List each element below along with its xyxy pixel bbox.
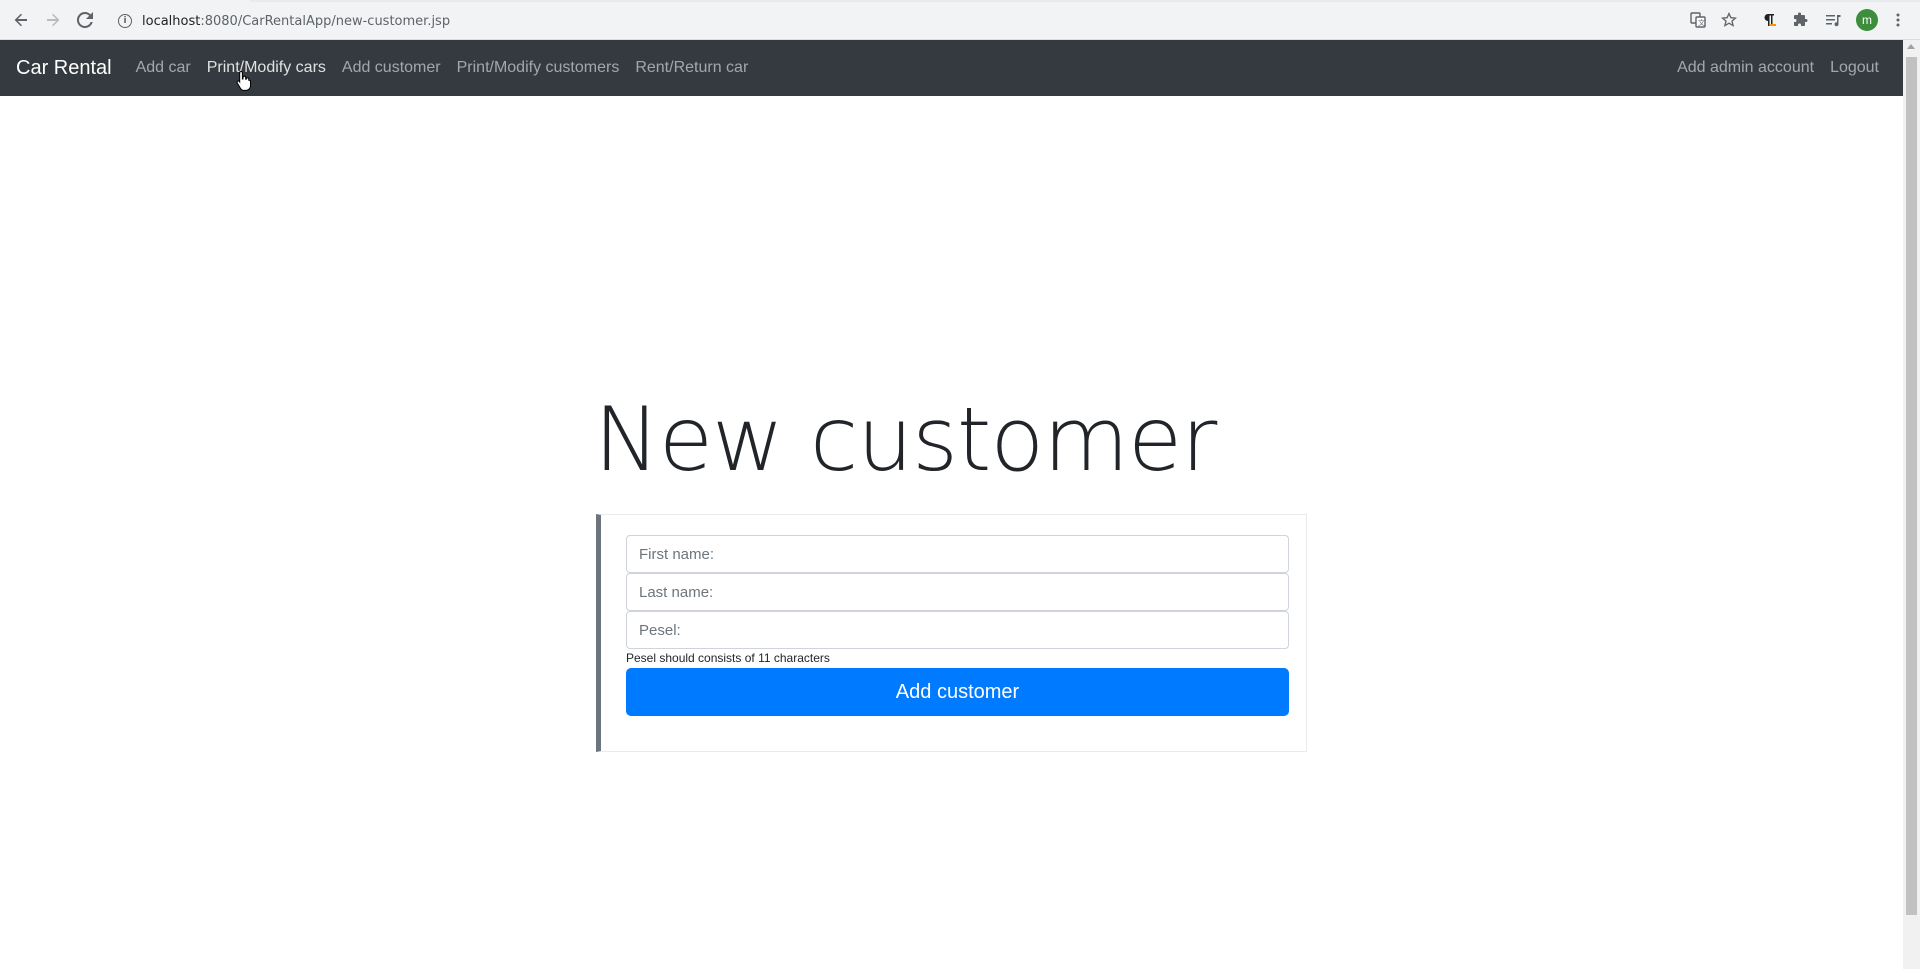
back-arrow-icon[interactable] xyxy=(11,10,31,30)
hand-cursor-icon xyxy=(236,70,251,91)
url-path: :8080/CarRentalApp/new-customer.jsp xyxy=(200,13,451,29)
page-title: New customer xyxy=(594,388,1217,491)
nav-add-car[interactable]: Add car xyxy=(136,59,191,77)
pilcrow-icon[interactable] xyxy=(1759,10,1779,30)
pesel-field[interactable] xyxy=(626,611,1289,649)
url-text[interactable]: localhost:8080/CarRentalApp/new-customer… xyxy=(142,14,450,29)
top-navbar: Car Rental Add car Print/Modify cars Add… xyxy=(0,40,1903,96)
info-icon[interactable]: i xyxy=(118,14,132,28)
media-queue-icon[interactable] xyxy=(1823,10,1843,30)
profile-avatar[interactable]: m xyxy=(1856,9,1878,31)
nav-add-customer[interactable]: Add customer xyxy=(342,59,441,77)
reload-icon[interactable] xyxy=(75,10,95,30)
translate-icon[interactable]: 文 xyxy=(1688,10,1708,30)
add-customer-button[interactable]: Add customer xyxy=(626,668,1289,716)
new-customer-form: Pesel should consists of 11 characters A… xyxy=(596,514,1307,752)
first-name-field[interactable] xyxy=(626,535,1289,573)
forward-arrow-icon[interactable] xyxy=(43,10,63,30)
nav-add-admin-account[interactable]: Add admin account xyxy=(1677,59,1814,77)
scroll-up-arrow-icon[interactable] xyxy=(1907,44,1915,49)
browser-toolbar: i localhost:8080/CarRentalApp/new-custom… xyxy=(0,0,1920,40)
pesel-hint: Pesel should consists of 11 characters xyxy=(626,651,830,665)
scrollbar-thumb[interactable] xyxy=(1906,57,1917,915)
address-bar[interactable]: i localhost:8080/CarRentalApp/new-custom… xyxy=(108,7,1748,35)
nav-logout[interactable]: Logout xyxy=(1830,59,1879,77)
url-host: localhost xyxy=(142,13,201,29)
page-scrollbar[interactable] xyxy=(1903,40,1920,969)
kebab-menu-icon[interactable] xyxy=(1888,10,1908,30)
navbar-right: Add admin account Logout xyxy=(1677,59,1895,77)
svg-text:文: 文 xyxy=(1698,18,1705,27)
navbar-brand[interactable]: Car Rental xyxy=(16,57,112,80)
loading-bar xyxy=(250,0,1920,2)
extensions-puzzle-icon[interactable] xyxy=(1791,10,1811,30)
star-icon[interactable] xyxy=(1719,10,1739,30)
last-name-field[interactable] xyxy=(626,573,1289,611)
nav-print-modify-customers[interactable]: Print/Modify customers xyxy=(457,59,620,77)
nav-print-modify-cars[interactable]: Print/Modify cars xyxy=(207,59,326,77)
nav-rent-return-car[interactable]: Rent/Return car xyxy=(635,59,748,77)
